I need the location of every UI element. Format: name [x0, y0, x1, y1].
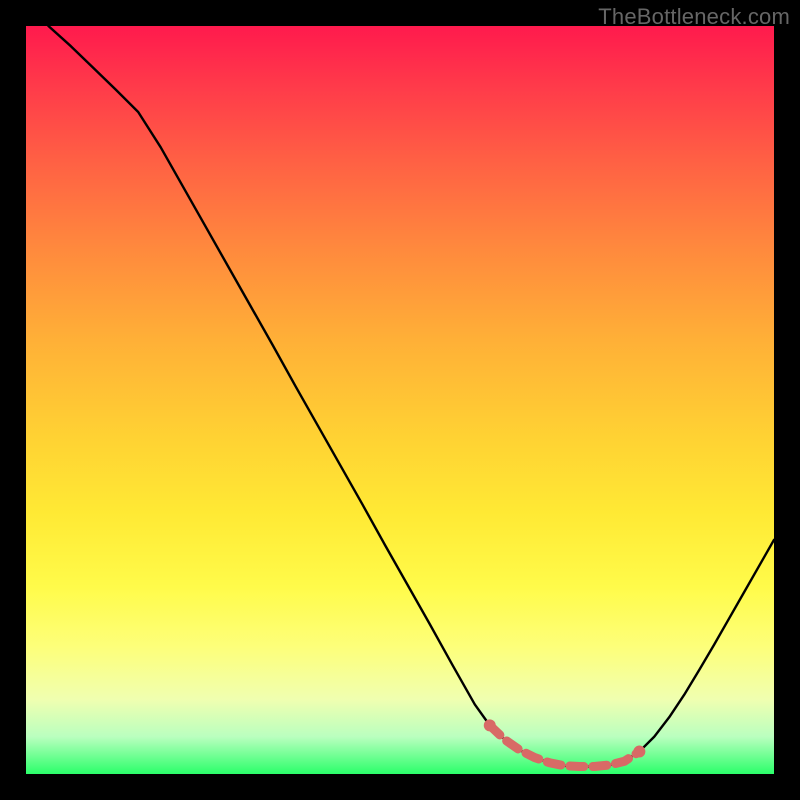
- highlight-dot: [484, 719, 496, 731]
- plot-area: [26, 26, 774, 774]
- chart-frame: TheBottleneck.com: [0, 0, 800, 800]
- bottleneck-curve: [48, 26, 774, 767]
- highlight-markers: [484, 719, 646, 766]
- curve-layer: [26, 26, 774, 774]
- watermark-label: TheBottleneck.com: [598, 4, 790, 30]
- highlight-segment: [490, 725, 640, 766]
- highlight-dot: [633, 746, 645, 758]
